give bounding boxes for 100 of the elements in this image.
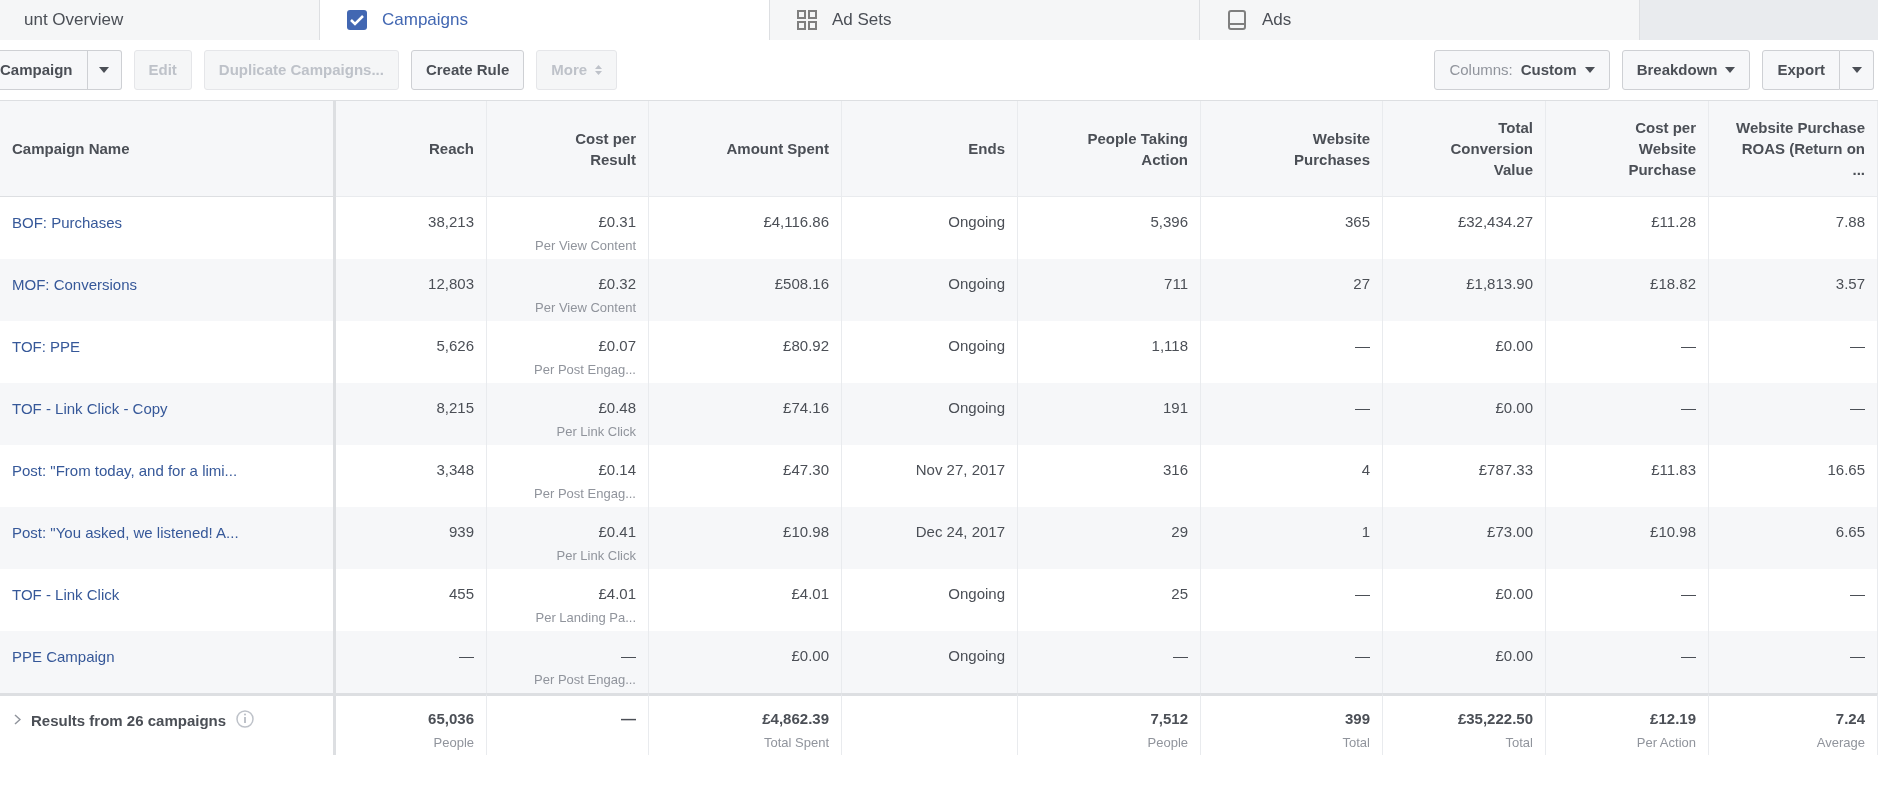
table-cell-text: £0.14 — [598, 460, 636, 480]
table-cell-text: £74.16 — [783, 398, 829, 418]
table-cell-text: — — [1681, 646, 1696, 666]
result-type: Per Landing Pa... — [535, 608, 636, 627]
table-cell-text: 7.24 — [1835, 709, 1865, 729]
table-cell-text: £47.30 — [783, 460, 829, 480]
table-cell-text: 5,396 — [1150, 212, 1188, 232]
table-cell-text: Ongoing — [948, 584, 1005, 604]
toolbar-button[interactable]: Breakdown — [1621, 50, 1751, 90]
table-cell-text: — — [1850, 398, 1865, 418]
campaign-link[interactable]: BOF: Purchases — [12, 214, 123, 231]
table-cell-text: — — [1355, 584, 1370, 604]
table-cell-text: — — [1850, 336, 1865, 356]
table-cell-text: £11.28 — [1651, 212, 1696, 232]
table-cell-text: £508.16 — [774, 274, 829, 294]
campaign-link[interactable]: TOF - Link Click — [12, 586, 120, 603]
campaign-link[interactable]: Post: "You asked, we listened! A... — [12, 524, 239, 541]
table-cell-text: £0.41 — [598, 522, 636, 542]
summary-caption: Total Spent — [763, 733, 829, 752]
result-type: Per View Content — [535, 298, 636, 317]
toolbar-button[interactable]: Campaign — [0, 50, 88, 90]
table-cell-text: £12.19 — [1650, 709, 1696, 729]
table-cell-text: Dec 24, 2017 — [915, 522, 1005, 542]
tab[interactable]: Campaigns — [320, 0, 770, 40]
table-cell-text: — — [1681, 336, 1696, 356]
table-cell-text: £0.48 — [598, 398, 636, 418]
table-cell-text: — — [1681, 584, 1696, 604]
table-cell-text: 191 — [1162, 398, 1188, 418]
toolbar-button[interactable]: Create Rule — [410, 50, 525, 90]
result-type: Per View Content — [535, 236, 636, 255]
table-cell-text: £4,116.86 — [763, 212, 829, 232]
table-cell-text: Ongoing — [948, 274, 1005, 294]
sort-icon — [595, 65, 603, 75]
table-cell-text: 4 — [1361, 460, 1370, 480]
table-cell-text: £0.00 — [1495, 398, 1533, 418]
info-icon[interactable] — [236, 710, 255, 728]
campaign-link[interactable]: Post: "From today, and for a limi... — [12, 462, 238, 479]
table-cell-text: £1,813.90 — [1466, 274, 1533, 294]
table-cell-text: 1 — [1361, 522, 1370, 542]
table-cell-text: 316 — [1162, 460, 1188, 480]
table-cell-text: — — [1850, 584, 1865, 604]
table-cell-text: 8,215 — [436, 398, 474, 418]
column-header[interactable]: Reach — [428, 138, 474, 159]
table-cell-text: 7,512 — [1150, 709, 1188, 729]
table-cell-text: 5,626 — [436, 336, 474, 356]
table-cell-text: £4.01 — [791, 584, 829, 604]
columns-value: Custom — [1520, 59, 1577, 80]
dropdown-button[interactable] — [1840, 50, 1874, 90]
summary-caption: People — [1147, 733, 1188, 752]
table-cell-text: 3.57 — [1835, 274, 1865, 294]
summary-label: Results from 26 campaigns — [31, 711, 227, 731]
table-cell-text: £0.32 — [598, 274, 636, 294]
table-cell-text: — — [621, 646, 636, 666]
table-cell-text: 12,803 — [428, 274, 474, 294]
table-cell-text: — — [1681, 398, 1696, 418]
column-header[interactable]: Ends — [968, 138, 1005, 159]
campaign-link[interactable]: TOF - Link Click - Copy — [12, 400, 168, 417]
table-cell-text: £0.00 — [1495, 584, 1533, 604]
result-type: Per Post Engag... — [534, 360, 636, 379]
table-cell-text: £10.98 — [1650, 522, 1696, 542]
summary-caption: People — [433, 733, 474, 752]
table-cell-text: £4,862.39 — [762, 709, 829, 729]
campaign-link[interactable]: MOF: Conversions — [12, 276, 138, 293]
table-cell-text: — — [1355, 646, 1370, 666]
table-cell-text: 3,348 — [436, 460, 474, 480]
result-type: Per Post Engag... — [534, 484, 636, 503]
table-cell-text: 399 — [1344, 709, 1370, 729]
caret-icon — [1725, 67, 1736, 73]
chevron-icon[interactable] — [14, 714, 21, 725]
toolbar-button[interactable]: Columns: Custom — [1434, 50, 1610, 90]
summary-caption: Average — [1816, 733, 1865, 752]
tab[interactable]: unt Overview — [0, 0, 320, 40]
toolbar-button[interactable]: Export — [1762, 50, 1840, 90]
table-cell-text: 25 — [1171, 584, 1188, 604]
tab[interactable]: Ad Sets — [770, 0, 1200, 40]
table-cell-text: Ongoing — [948, 398, 1005, 418]
caret-icon — [99, 67, 109, 73]
table-cell-text: — — [1173, 646, 1188, 666]
table-cell-text: £0.07 — [598, 336, 636, 356]
column-header[interactable]: Amount Spent — [726, 138, 829, 159]
table-cell-text: 711 — [1164, 274, 1188, 294]
table-cell-text: £0.00 — [791, 646, 829, 666]
table-cell-text: £80.92 — [783, 336, 829, 356]
result-type: Per Post Engag... — [534, 670, 636, 689]
table-cell-text: £18.82 — [1650, 274, 1696, 294]
caret-icon — [1584, 67, 1595, 73]
table-cell-text: £4.01 — [598, 584, 636, 604]
campaign-link[interactable]: PPE Campaign — [12, 648, 115, 665]
table-cell-text: £0.31 — [598, 212, 636, 232]
table-cell-text: £10.98 — [783, 522, 829, 542]
tab[interactable]: Ads — [1200, 0, 1640, 40]
dropdown-button[interactable] — [87, 50, 122, 90]
grid-icon — [796, 9, 818, 31]
table-cell-text: Ongoing — [948, 646, 1005, 666]
phone-icon — [1226, 9, 1248, 31]
column-header[interactable]: Campaign Name — [12, 138, 130, 159]
table-cell-text: — — [1850, 646, 1865, 666]
summary-caption: Per Action — [1636, 733, 1696, 752]
table-cell-text: — — [459, 646, 474, 666]
campaign-link[interactable]: TOF: PPE — [12, 338, 81, 355]
